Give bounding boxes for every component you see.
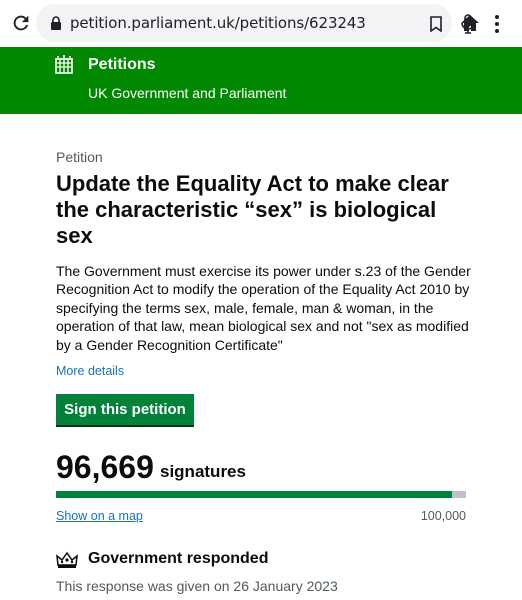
home-icon[interactable] bbox=[460, 13, 480, 33]
show-on-map-link[interactable]: Show on a map bbox=[56, 509, 143, 523]
more-vert-icon[interactable] bbox=[494, 14, 500, 34]
browser-toolbar: petition.parliament.uk/petitions/623243 bbox=[0, 0, 522, 47]
signature-progress-bar bbox=[56, 491, 466, 498]
response-date: This response was given on 26 January 20… bbox=[56, 578, 338, 594]
lock-icon bbox=[51, 16, 61, 30]
sign-petition-button[interactable]: Sign this petition bbox=[56, 394, 194, 427]
government-responded-title: Government responded bbox=[88, 550, 269, 567]
signature-target: 100,000 bbox=[420, 509, 466, 523]
signature-count: 96,669 bbox=[56, 449, 154, 485]
signature-progress-fill bbox=[56, 491, 453, 498]
page-eyebrow: Petition bbox=[56, 149, 103, 165]
petition-title: Update the Equality Act to make clear th… bbox=[56, 171, 449, 248]
site-org: UK Government and Parliament bbox=[88, 85, 287, 101]
site-header: Petitions UK Government and Parliament bbox=[0, 47, 522, 114]
crown-icon bbox=[56, 551, 78, 568]
signature-label: signatures bbox=[160, 462, 246, 481]
url-text[interactable]: petition.parliament.uk/petitions/623243 bbox=[70, 14, 366, 32]
more-details-link[interactable]: More details bbox=[56, 364, 124, 378]
portcullis-icon bbox=[55, 55, 73, 74]
petition-description: The Government must exercise its power u… bbox=[56, 263, 471, 353]
bookmark-icon[interactable] bbox=[429, 16, 443, 32]
address-bar[interactable]: petition.parliament.uk/petitions/623243 bbox=[36, 4, 475, 42]
site-brand[interactable]: Petitions bbox=[88, 56, 156, 74]
reload-icon[interactable] bbox=[10, 12, 32, 34]
